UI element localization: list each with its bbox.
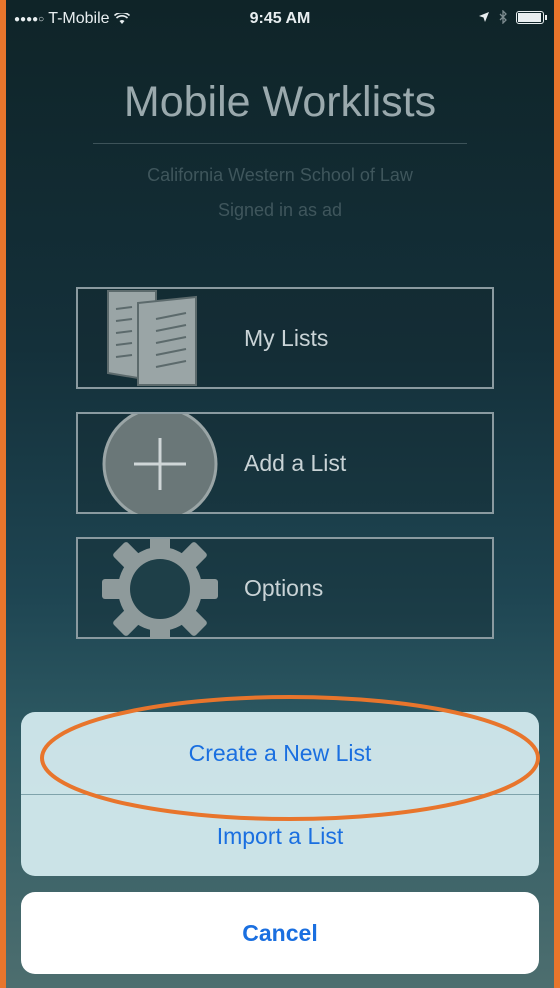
- plus-circle-icon: [98, 406, 218, 522]
- my-lists-label: My Lists: [244, 324, 329, 351]
- documents-icon: [98, 289, 218, 387]
- create-new-list-button[interactable]: Create a New List: [21, 712, 539, 794]
- options-label: Options: [244, 574, 324, 601]
- battery-icon: [516, 10, 547, 24]
- status-right: [478, 10, 547, 24]
- school-name: California Western School of Law: [147, 165, 413, 185]
- bluetooth-icon: [499, 10, 507, 24]
- status-time: 9:45 AM: [249, 10, 311, 27]
- gear-icon: [98, 531, 218, 647]
- cancel-button[interactable]: Cancel: [21, 892, 539, 974]
- import-list-button[interactable]: Import a List: [21, 795, 539, 876]
- options-button[interactable]: Options: [76, 531, 494, 647]
- phone-screen: ●●●●○ T-Mobile 9:45 AM Mobile Worklists …: [6, 0, 554, 988]
- location-arrow-icon: [479, 12, 489, 22]
- action-sheet: Create a New List Import a List: [21, 712, 539, 876]
- add-list-button[interactable]: Add a List: [76, 406, 494, 522]
- signed-in-text: Signed in as ad: [217, 200, 343, 220]
- title-divider: [93, 143, 467, 144]
- status-bar: ●●●●○ T-Mobile 9:45 AM: [6, 0, 554, 40]
- app-title: Mobile Worklists: [123, 78, 437, 126]
- my-lists-button[interactable]: My Lists: [76, 287, 494, 389]
- add-list-label: Add a List: [244, 449, 347, 476]
